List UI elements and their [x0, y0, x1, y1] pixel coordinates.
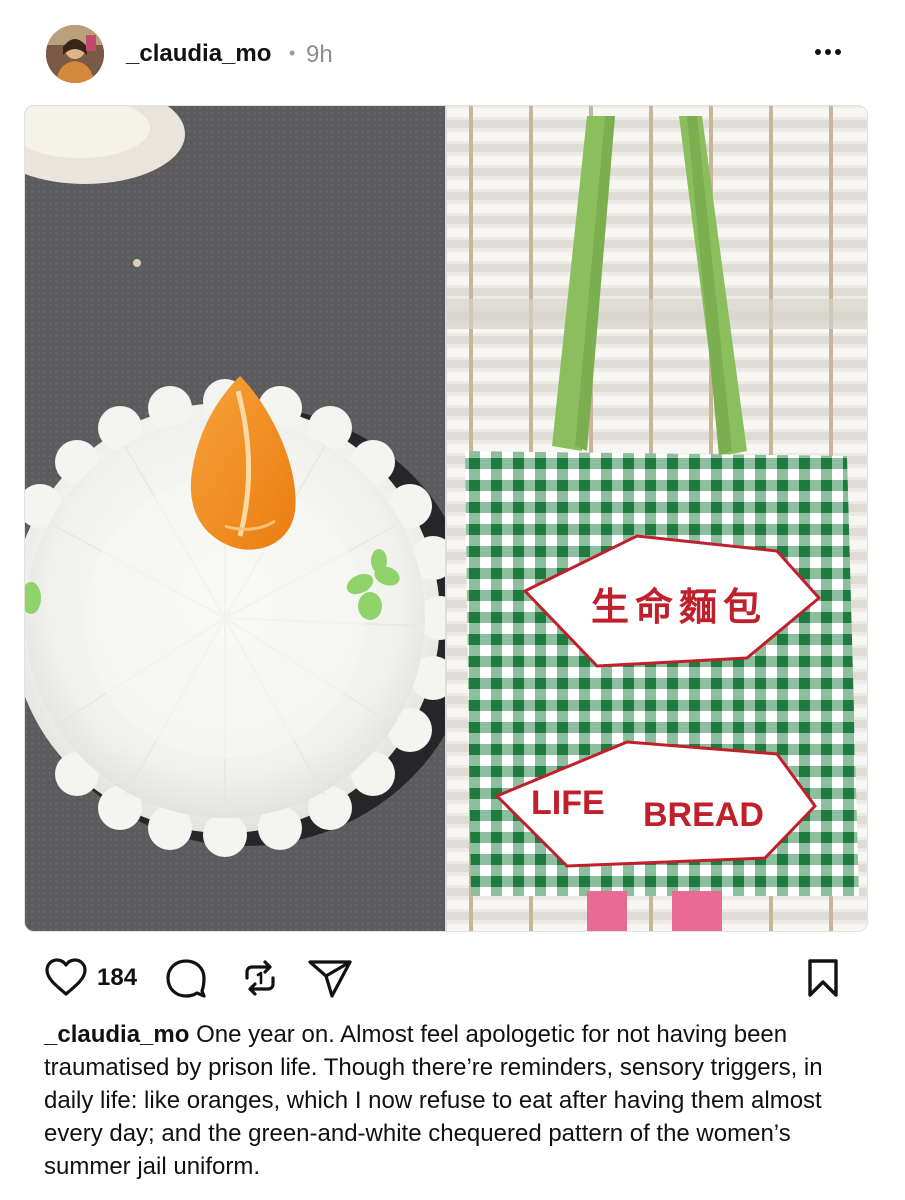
- caption-username[interactable]: _claudia_mo: [44, 1021, 189, 1048]
- photo-gingham-tote-bag: 生命麵包 LIFE BREAD: [447, 106, 867, 931]
- heart-icon[interactable]: [44, 958, 88, 998]
- like-count[interactable]: 184: [97, 964, 137, 992]
- more-options-button[interactable]: [808, 36, 848, 66]
- bag-label-life: LIFE: [531, 784, 605, 822]
- bag-label-chinese: 生命麵包: [590, 585, 767, 629]
- post-actions-bar: 184: [0, 940, 905, 1010]
- separator-dot: •: [289, 43, 296, 63]
- repost-icon[interactable]: [238, 958, 282, 998]
- post-media[interactable]: 生命麵包 LIFE BREAD: [24, 105, 868, 932]
- bookmark-icon[interactable]: [803, 958, 843, 998]
- send-paper-plane-icon[interactable]: [306, 958, 354, 998]
- post-caption: _claudia_mo One year on. Almost feel apo…: [44, 1018, 864, 1183]
- bag-label-bread: BREAD: [643, 796, 764, 834]
- avatar[interactable]: [46, 25, 104, 83]
- comment-bubble-icon[interactable]: [164, 958, 208, 998]
- more-horizontal-icon: [815, 49, 841, 55]
- photo-orange-on-plate: [25, 106, 445, 931]
- post-timestamp: 9h: [306, 41, 333, 68]
- username[interactable]: _claudia_mo: [126, 40, 271, 68]
- post-header: _claudia_mo • 9h: [0, 0, 905, 100]
